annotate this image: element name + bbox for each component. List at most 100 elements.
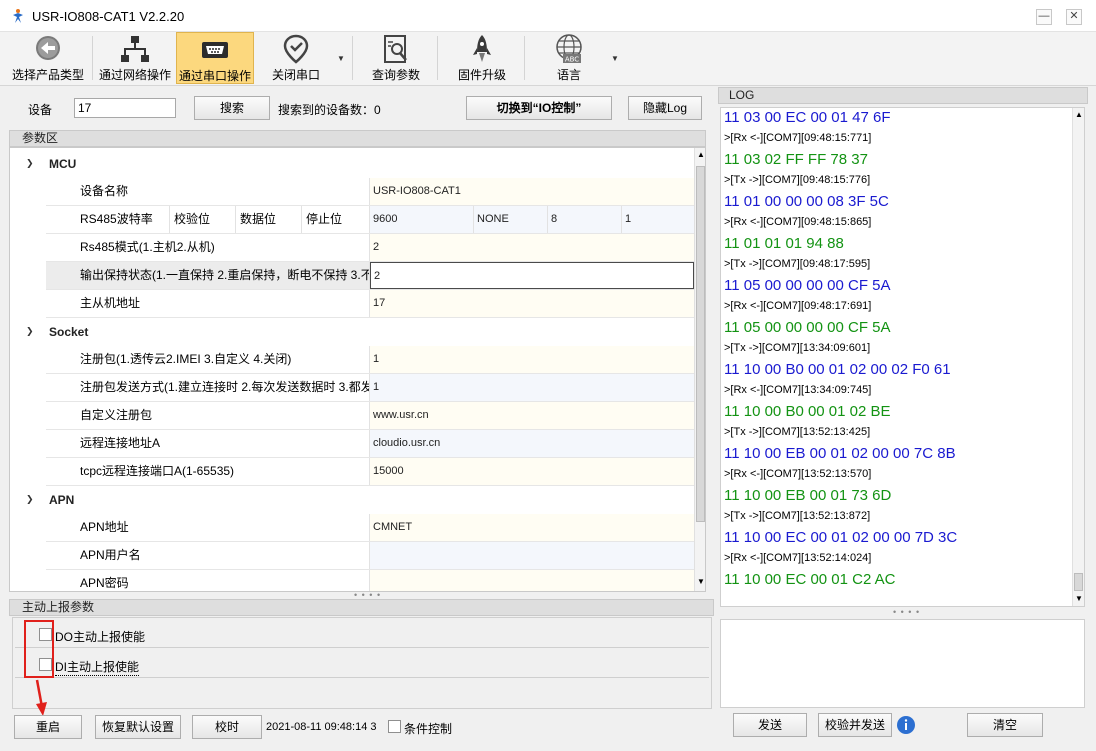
- di-report-label: DI主动上报使能: [55, 660, 140, 676]
- log-timestamp: >[Tx ->][COM7][09:48:17:595]: [724, 258, 871, 270]
- restart-button[interactable]: 重启: [14, 715, 82, 739]
- toolbar-label: 通过网络操作: [98, 68, 171, 82]
- prop-value[interactable]: cloudio.usr.cn: [370, 430, 694, 457]
- select-product-type-button[interactable]: 选择产品类型: [6, 32, 90, 84]
- prop-apn-address[interactable]: APN地址 CMNET: [46, 514, 694, 542]
- prop-custom-register[interactable]: 自定义注册包 www.usr.cn: [46, 402, 694, 430]
- query-params-button[interactable]: 查询参数: [360, 32, 432, 84]
- prop-value-stopbits[interactable]: 1: [622, 206, 694, 233]
- close-button[interactable]: ✕: [1066, 9, 1082, 25]
- language-dropdown-icon[interactable]: ▼: [611, 54, 619, 63]
- search-button[interactable]: 搜索: [194, 96, 270, 120]
- prop-value[interactable]: [370, 542, 694, 569]
- prop-output-hold[interactable]: 输出保持状态(1.一直保持 2.重启保持，断电不保持 3.不 2: [46, 262, 694, 290]
- prop-rs485-mode[interactable]: Rs485模式(1.主机2.从机) 2: [46, 234, 694, 262]
- prop-remote-port-a[interactable]: tcpc远程连接端口A(1-65535) 15000: [46, 458, 694, 486]
- minimize-button[interactable]: —: [1036, 9, 1052, 25]
- prop-value-databits[interactable]: 8: [548, 206, 622, 233]
- restore-defaults-button[interactable]: 恢复默认设置: [95, 715, 181, 739]
- send-input[interactable]: [720, 619, 1085, 708]
- clear-button[interactable]: 清空: [967, 713, 1043, 737]
- report-row-do: DO主动上报使能: [15, 620, 709, 648]
- report-header: 主动上报参数: [9, 599, 714, 616]
- time-sync-button[interactable]: 校时: [192, 715, 262, 739]
- category-socket[interactable]: ❯ Socket: [10, 318, 700, 346]
- log-received-hex: 11 10 00 B0 00 01 02 BE: [724, 403, 891, 420]
- log-splitter-grip[interactable]: • • • •: [893, 607, 920, 617]
- prop-value[interactable]: 1: [370, 346, 694, 373]
- prop-name: 远程连接地址A: [46, 430, 370, 457]
- log-area: 11 03 00 EC 00 01 47 6F >[Rx <-][COM7][09…: [720, 107, 1085, 607]
- scroll-down-icon[interactable]: ▼: [697, 577, 705, 586]
- location-pin-icon: [283, 34, 309, 64]
- chevron-down-icon[interactable]: ❯: [26, 494, 34, 505]
- firmware-upgrade-button[interactable]: 固件升级: [446, 32, 518, 84]
- prop-value[interactable]: CMNET: [370, 514, 694, 541]
- scroll-up-icon[interactable]: ▲: [697, 150, 705, 159]
- prop-value[interactable]: USR-IO808-CAT1: [370, 178, 694, 205]
- log-received-hex: 11 03 02 FF FF 78 37: [724, 151, 868, 168]
- scroll-up-icon[interactable]: ▲: [1075, 110, 1083, 119]
- info-icon[interactable]: [896, 715, 916, 735]
- prop-register-packet[interactable]: 注册包(1.透传云2.IMEI 3.自定义 4.关闭) 1: [46, 346, 694, 374]
- category-mcu[interactable]: ❯ MCU: [10, 150, 700, 178]
- prop-rs485-baud[interactable]: RS485波特率 校验位 数据位 停止位 9600 NONE 8 1: [46, 206, 694, 234]
- prop-register-send-mode[interactable]: 注册包发送方式(1.建立连接时 2.每次发送数据时 3.都发 1: [46, 374, 694, 402]
- toolbar: 选择产品类型 通过网络操作 通过串口操作 关闭串口 ▼ 查询参数 固件升级 AB…: [0, 32, 1096, 86]
- prop-name: tcpc远程连接端口A(1-65535): [46, 458, 370, 485]
- log-received-hex: 11 10 00 EB 00 01 73 6D: [724, 487, 892, 504]
- chevron-down-icon[interactable]: ❯: [26, 158, 34, 169]
- device-input[interactable]: 17: [74, 98, 176, 118]
- prop-value[interactable]: www.usr.cn: [370, 402, 694, 429]
- prop-value[interactable]: 2: [370, 262, 694, 289]
- prop-value-baud[interactable]: 9600: [370, 206, 474, 233]
- prop-value[interactable]: 17: [370, 290, 694, 317]
- prop-value[interactable]: 1: [370, 374, 694, 401]
- hide-log-button[interactable]: 隐藏Log: [628, 96, 702, 120]
- language-badge: ABC: [565, 56, 579, 64]
- send-button[interactable]: 发送: [733, 713, 807, 737]
- close-serial-dropdown-icon[interactable]: ▼: [337, 54, 345, 63]
- params-scrollbar[interactable]: ▲ ▼: [694, 148, 705, 591]
- log-received-hex: 11 05 00 00 00 00 CF 5A: [724, 319, 891, 336]
- close-serial-button[interactable]: 关闭串口: [258, 32, 334, 84]
- prop-value[interactable]: 15000: [370, 458, 694, 485]
- condition-control-label: 条件控制: [404, 722, 453, 736]
- prop-remote-address-a[interactable]: 远程连接地址A cloudio.usr.cn: [46, 430, 694, 458]
- back-arrow-icon: [36, 36, 60, 60]
- prop-device-name[interactable]: 设备名称 USR-IO808-CAT1: [46, 178, 694, 206]
- language-button[interactable]: ABC 语言: [534, 32, 604, 84]
- switch-io-control-button[interactable]: 切换到“IO控制”: [466, 96, 612, 120]
- prop-slave-address[interactable]: 主从机地址 17: [46, 290, 694, 318]
- network-operation-button[interactable]: 通过网络操作: [96, 32, 174, 84]
- prop-value[interactable]: [370, 570, 694, 591]
- category-apn[interactable]: ❯ APN: [10, 486, 700, 514]
- prop-value[interactable]: 2: [370, 234, 694, 261]
- params-scroll-thumb[interactable]: [696, 166, 705, 522]
- log-timestamp: >[Tx ->][COM7][13:34:09:601]: [724, 342, 871, 354]
- log-timestamp: >[Rx <-][COM7][09:48:15:771]: [724, 132, 872, 144]
- title-bar: USR-IO808-CAT1 V2.2.20 — ✕: [0, 0, 1096, 32]
- prop-apn-password[interactable]: APN密码: [46, 570, 694, 591]
- prop-apn-username[interactable]: APN用户名: [46, 542, 694, 570]
- chevron-down-icon[interactable]: ❯: [26, 326, 34, 337]
- toolbar-label: 通过串口操作: [178, 69, 251, 83]
- prop-value-parity[interactable]: NONE: [474, 206, 548, 233]
- category-name: Socket: [49, 325, 89, 339]
- globe-abc-icon: ABC: [556, 34, 582, 64]
- condition-control-checkbox[interactable]: [388, 720, 401, 733]
- serial-operation-button[interactable]: 通过串口操作: [176, 32, 254, 84]
- report-panel: DO主动上报使能 DI主动上报使能: [12, 617, 712, 709]
- verify-send-button[interactable]: 校验并发送: [818, 713, 892, 737]
- params-header: 参数区: [9, 130, 706, 147]
- log-scroll-thumb[interactable]: [1074, 573, 1083, 591]
- toolbar-label: 语言: [556, 68, 581, 82]
- scroll-down-icon[interactable]: ▼: [1075, 594, 1083, 603]
- highlight-box: [24, 620, 54, 678]
- prop-name: APN密码: [46, 570, 370, 591]
- log-scrollbar[interactable]: ▲ ▼: [1072, 108, 1084, 606]
- log-header: LOG: [718, 87, 1088, 104]
- network-icon: [121, 36, 149, 62]
- window-title: USR-IO808-CAT1 V2.2.20: [32, 9, 185, 24]
- toolbar-label: 固件升级: [457, 68, 506, 82]
